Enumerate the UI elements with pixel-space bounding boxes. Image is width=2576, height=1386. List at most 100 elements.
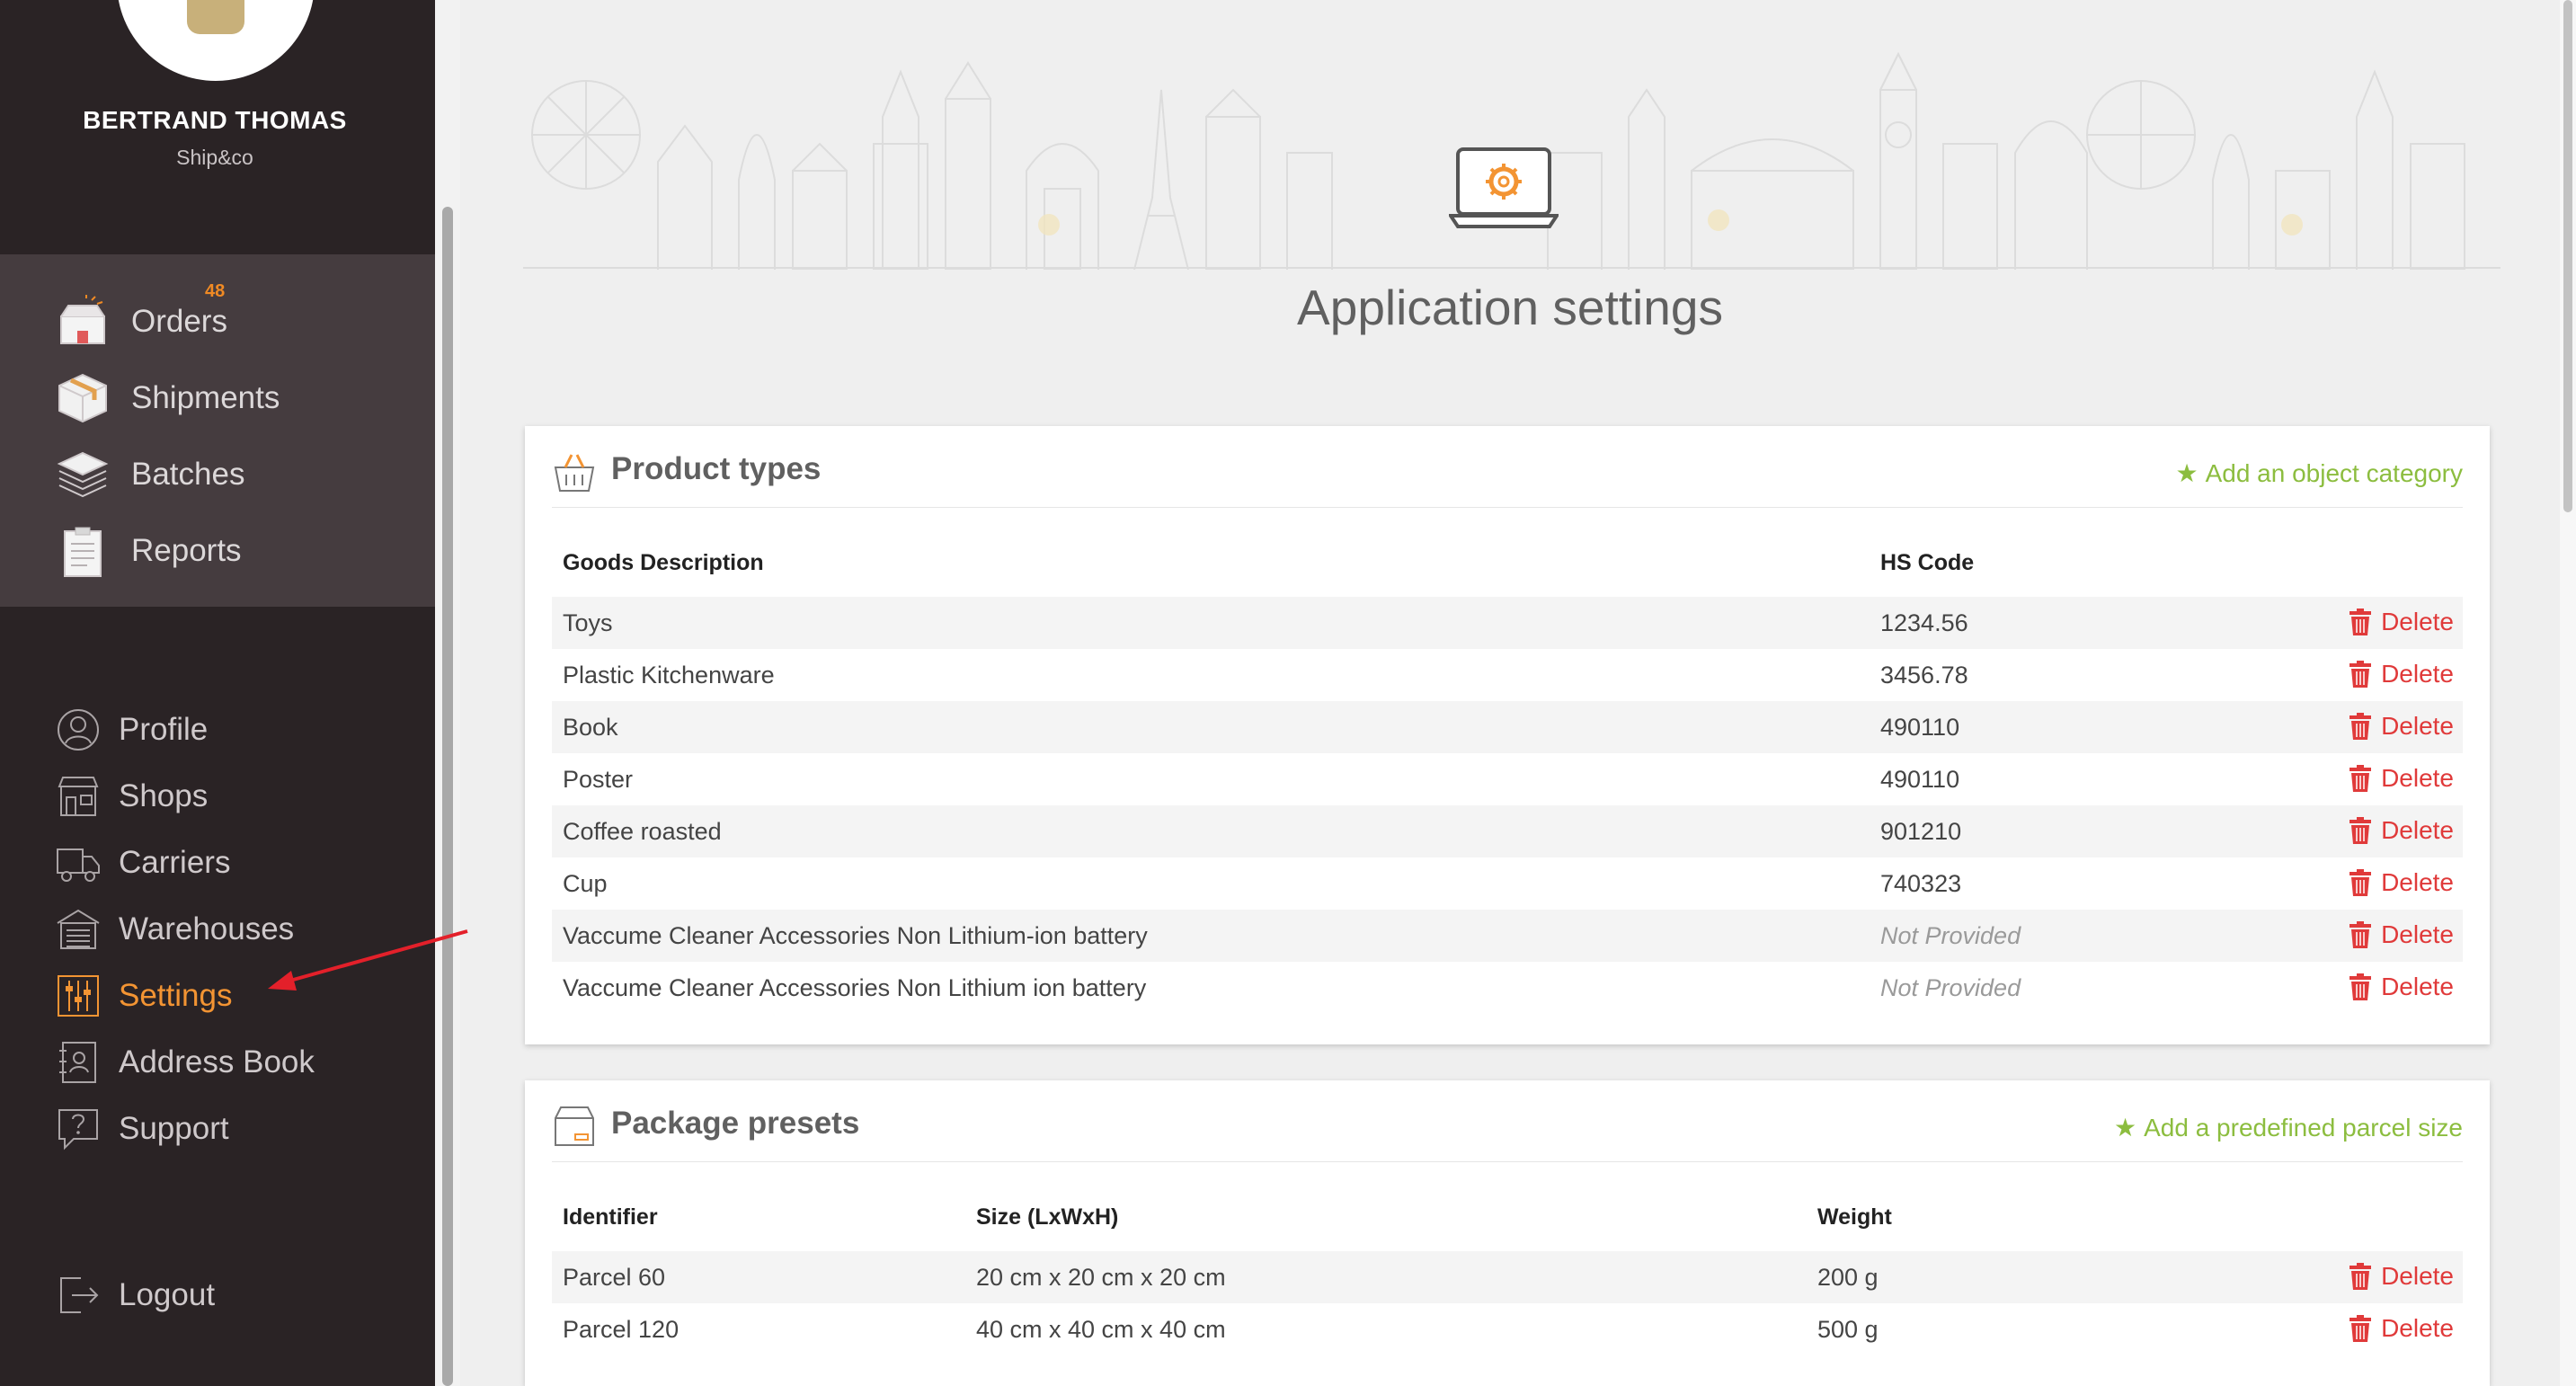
add-parcel-size-link[interactable]: ★ Add a predefined parcel size xyxy=(2114,1113,2463,1142)
clipboard-icon xyxy=(56,524,110,578)
table-row: Vaccume Cleaner Accessories Non Lithium-… xyxy=(552,910,2463,962)
delete-label: Delete xyxy=(2381,1262,2454,1290)
card-title: Package presets xyxy=(611,1106,860,1141)
cell-size: 40 cm x 40 cm x 40 cm xyxy=(976,1316,1226,1343)
add-object-category-link[interactable]: ★ Add an object category xyxy=(2175,458,2463,488)
cell-hs-code: Not Provided xyxy=(1880,974,2021,1001)
cell-description: Poster xyxy=(563,766,634,793)
delete-button[interactable]: Delete xyxy=(2349,712,2454,741)
cell-hs-code: 1234.56 xyxy=(1880,609,1968,636)
card-header: Package presets ★ Add a predefined parcel… xyxy=(552,1080,2463,1162)
avatar[interactable] xyxy=(117,0,315,81)
nav-item-label: Shipments xyxy=(131,380,280,415)
logout-button[interactable]: Logout xyxy=(56,1267,415,1323)
cell-hs-code: 3456.78 xyxy=(1880,662,1968,689)
nav-item-batches[interactable]: Batches xyxy=(56,445,415,504)
page-title: Application settings xyxy=(1297,280,1723,335)
warehouse-icon xyxy=(57,909,100,949)
logout-icon xyxy=(60,1277,99,1313)
nav-item-label: Orders xyxy=(131,304,227,339)
user-circle-icon xyxy=(58,709,99,751)
product-types-card: Product types ★ Add an object category Go… xyxy=(525,426,2490,1044)
delete-button[interactable]: Delete xyxy=(2349,608,2454,636)
nav-item-label: Support xyxy=(119,1111,229,1146)
column-header-description: Goods Description xyxy=(563,550,764,575)
delete-label: Delete xyxy=(2381,920,2454,948)
cell-identifier: Parcel 60 xyxy=(563,1264,666,1291)
column-header-identifier: Identifier xyxy=(563,1204,658,1230)
delete-label: Delete xyxy=(2381,973,2454,1000)
table-row: Plastic Kitchenware 3456.78 Delete xyxy=(552,649,2463,701)
avatar-figure xyxy=(187,0,244,34)
nav-item-label: Address Book xyxy=(119,1044,315,1079)
table-row: Parcel 120 40 cm x 40 cm x 40 cm 500 g D… xyxy=(552,1303,2463,1355)
trash-icon xyxy=(2349,1315,2372,1342)
card-title: Product types xyxy=(611,451,822,486)
trash-icon xyxy=(2349,609,2372,635)
box-icon xyxy=(555,1106,594,1146)
nav-item-shipments[interactable]: Shipments xyxy=(56,369,415,428)
delete-label: Delete xyxy=(2381,868,2454,896)
delete-label: Delete xyxy=(2381,1314,2454,1342)
truck-icon xyxy=(57,848,100,882)
nav-item-carriers[interactable]: Carriers xyxy=(56,835,415,891)
column-header-hs-code: HS Code xyxy=(1880,550,1975,575)
cell-hs-code: Not Provided xyxy=(1880,922,2021,949)
nav-item-support[interactable]: Support xyxy=(56,1101,415,1157)
star-icon: ★ xyxy=(2175,459,2198,487)
nav-item-profile[interactable]: Profile xyxy=(56,702,415,758)
cell-description: Plastic Kitchenware xyxy=(563,662,775,689)
cell-hs-code: 740323 xyxy=(1880,870,1962,897)
delete-button[interactable]: Delete xyxy=(2349,1314,2454,1343)
main-content: Application settings Product types ★ Add … xyxy=(460,0,2560,1386)
delete-button[interactable]: Delete xyxy=(2349,764,2454,793)
table-row: Parcel 60 20 cm x 20 cm x 20 cm 200 g De… xyxy=(552,1251,2463,1303)
main-scrollbar[interactable] xyxy=(2563,0,2572,512)
nav-item-label: Batches xyxy=(131,457,245,492)
delete-button[interactable]: Delete xyxy=(2349,816,2454,845)
trash-icon xyxy=(2349,1263,2372,1290)
delete-label: Delete xyxy=(2381,660,2454,688)
user-name: BERTRAND THOMAS xyxy=(83,106,347,134)
nav-item-label: Reports xyxy=(131,533,242,568)
nav-item-label: Shops xyxy=(119,778,209,813)
stack-icon xyxy=(56,448,110,502)
cell-hs-code: 901210 xyxy=(1880,818,1962,845)
annotation-arrow xyxy=(268,929,468,991)
cell-hs-code: 490110 xyxy=(1880,714,1960,741)
nav-item-reports[interactable]: Reports xyxy=(56,521,415,581)
cell-description: Vaccume Cleaner Accessories Non Lithium … xyxy=(563,974,1147,1001)
nav-item-shops[interactable]: Shops xyxy=(56,769,415,824)
table-row: Vaccume Cleaner Accessories Non Lithium … xyxy=(552,962,2463,1014)
trash-icon xyxy=(2349,921,2372,948)
cell-description: Vaccume Cleaner Accessories Non Lithium-… xyxy=(563,922,1148,949)
sliders-icon xyxy=(58,975,99,1017)
table-row: Coffee roasted 901210 Delete xyxy=(552,805,2463,857)
laptop-gear-icon xyxy=(1449,147,1559,228)
cell-size: 20 cm x 20 cm x 20 cm xyxy=(976,1264,1226,1291)
column-header-size: Size (LxWxH) xyxy=(976,1204,1119,1230)
trash-icon xyxy=(2349,661,2372,688)
nav-item-label: Carriers xyxy=(119,845,231,880)
nav-item-label: Settings xyxy=(119,978,233,1013)
delete-label: Delete xyxy=(2381,764,2454,792)
delete-button[interactable]: Delete xyxy=(2349,973,2454,1001)
nav-item-address-book[interactable]: Address Book xyxy=(56,1035,415,1090)
logout-label: Logout xyxy=(119,1277,216,1312)
cell-description: Toys xyxy=(563,609,613,636)
cell-hs-code: 490110 xyxy=(1880,766,1960,793)
table-row: Book 490110 Delete xyxy=(552,701,2463,753)
sidebar-scrollbar[interactable] xyxy=(442,207,453,1386)
trash-icon xyxy=(2349,713,2372,740)
table-row: Poster 490110 Delete xyxy=(552,753,2463,805)
orders-count-badge: 48 xyxy=(205,281,226,301)
delete-button[interactable]: Delete xyxy=(2349,868,2454,897)
delete-button[interactable]: Delete xyxy=(2349,920,2454,949)
delete-button[interactable]: Delete xyxy=(2349,660,2454,689)
delete-button[interactable]: Delete xyxy=(2349,1262,2454,1291)
delete-label: Delete xyxy=(2381,608,2454,635)
nav-item-orders[interactable]: Orders xyxy=(56,292,415,351)
table-row: Cup 740323 Delete xyxy=(552,857,2463,910)
user-company: Ship&co xyxy=(176,146,253,169)
cell-description: Cup xyxy=(563,870,608,897)
